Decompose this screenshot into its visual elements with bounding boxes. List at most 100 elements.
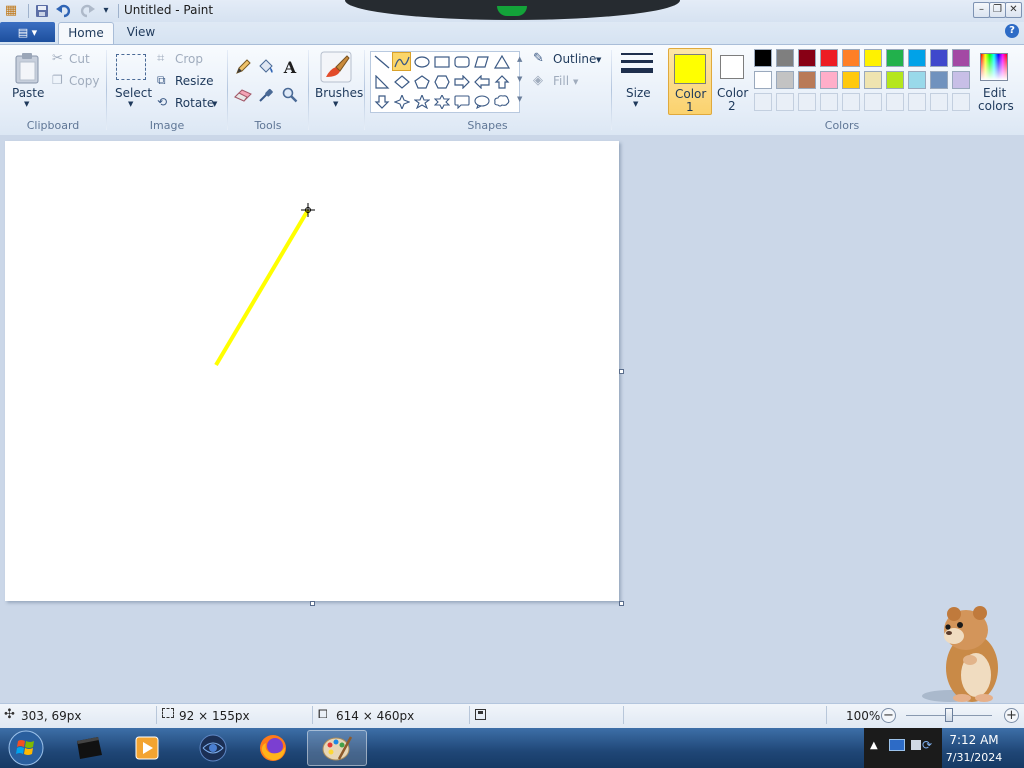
crop-button[interactable]: ⌗ Crop — [157, 51, 217, 67]
curve-shape-icon[interactable] — [392, 52, 411, 71]
tab-home[interactable]: Home — [58, 22, 114, 44]
customize-quick-access-button[interactable]: ▾ — [97, 2, 115, 19]
palette-swatch[interactable] — [842, 71, 860, 89]
palette-empty-swatch[interactable] — [952, 93, 970, 111]
select-button[interactable]: Select ▼ — [112, 50, 152, 114]
down-arrow-shape-icon[interactable] — [372, 92, 391, 111]
redo-icon[interactable] — [78, 2, 96, 19]
shapes-scroll-up-arrow[interactable]: ▲ — [517, 55, 522, 63]
palette-empty-swatch[interactable] — [930, 93, 948, 111]
paste-button[interactable]: Paste ▼ — [8, 50, 46, 114]
shapes-scroll-down-arrow[interactable]: ▼ — [517, 75, 522, 83]
four-point-star-shape-icon[interactable] — [392, 92, 411, 111]
palette-empty-swatch[interactable] — [908, 93, 926, 111]
size-button[interactable]: Size ▼ — [616, 50, 658, 114]
palette-swatch[interactable] — [820, 49, 838, 67]
triangle-shape-icon[interactable] — [492, 52, 511, 71]
palette-swatch[interactable] — [776, 71, 794, 89]
zoom-in-button[interactable]: + — [1004, 708, 1019, 723]
rectangle-shape-icon[interactable] — [432, 52, 451, 71]
left-arrow-shape-icon[interactable] — [472, 72, 491, 91]
fill-bucket-icon[interactable] — [256, 57, 276, 77]
palette-swatch[interactable] — [908, 71, 926, 89]
up-arrow-shape-icon[interactable] — [492, 72, 511, 91]
paint-app-icon[interactable]: ▦ — [2, 2, 20, 19]
color2-button[interactable]: Color 2 — [712, 48, 752, 113]
hexagon-shape-icon[interactable] — [432, 72, 451, 91]
color1-button[interactable]: Color 1 — [668, 48, 712, 115]
palette-swatch[interactable] — [908, 49, 926, 67]
network-monitor-icon[interactable] — [889, 739, 905, 751]
palette-swatch[interactable] — [952, 71, 970, 89]
taskbar-clock-time[interactable]: 7:12 AM — [944, 733, 1004, 747]
rounded-callout-shape-icon[interactable] — [452, 92, 471, 111]
show-hidden-icons-arrow[interactable]: ▲ — [870, 740, 878, 751]
canvas-resize-handle-corner[interactable] — [619, 601, 624, 606]
eraser-icon[interactable] — [233, 85, 253, 105]
color-picker-icon[interactable] — [256, 85, 276, 105]
palette-swatch[interactable] — [754, 71, 772, 89]
palette-empty-swatch[interactable] — [820, 93, 838, 111]
sync-status-icon[interactable]: ⟳ — [922, 738, 932, 752]
canvas-resize-handle-bottom[interactable] — [310, 601, 315, 606]
taskbar-firefox-app[interactable] — [244, 730, 302, 766]
oval-shape-icon[interactable] — [412, 52, 431, 71]
palette-empty-swatch[interactable] — [798, 93, 816, 111]
palette-swatch[interactable] — [930, 49, 948, 67]
polygon-shape-icon[interactable] — [472, 52, 491, 71]
taskbar-media-player-app[interactable] — [118, 730, 176, 766]
palette-swatch[interactable] — [886, 49, 904, 67]
copy-button[interactable]: ❐ Copy — [52, 73, 102, 89]
close-button[interactable]: ✕ — [1005, 2, 1022, 18]
palette-swatch[interactable] — [930, 71, 948, 89]
drawing-canvas[interactable] — [5, 141, 619, 601]
text-tool-icon[interactable]: A — [280, 57, 300, 77]
minimize-button[interactable]: – — [973, 2, 990, 18]
palette-swatch[interactable] — [820, 71, 838, 89]
palette-swatch[interactable] — [864, 49, 882, 67]
taskbar-paint-app[interactable] — [307, 730, 367, 766]
taskbar-terminal-app[interactable] — [60, 730, 118, 766]
save-icon[interactable] — [33, 2, 51, 19]
undo-icon[interactable] — [55, 2, 73, 19]
line-shape-icon[interactable] — [372, 52, 391, 71]
palette-swatch[interactable] — [776, 49, 794, 67]
canvas-resize-handle-right[interactable] — [619, 369, 624, 374]
rounded-rectangle-shape-icon[interactable] — [452, 52, 471, 71]
palette-swatch[interactable] — [842, 49, 860, 67]
tab-view[interactable]: View — [116, 22, 166, 43]
taskbar-network-app[interactable] — [184, 730, 242, 766]
file-menu-button[interactable]: ▤ ▾ — [0, 22, 55, 42]
shapes-expand-arrow[interactable]: ▼ — [517, 95, 522, 103]
palette-swatch[interactable] — [754, 49, 772, 67]
shapes-gallery-scroll[interactable]: ▲ ▼ ▼ — [516, 51, 526, 111]
zoom-slider-thumb[interactable] — [945, 708, 953, 722]
palette-empty-swatch[interactable] — [776, 93, 794, 111]
five-point-star-shape-icon[interactable] — [412, 92, 431, 111]
brushes-button[interactable]: Brushes ▼ — [312, 50, 363, 114]
right-triangle-shape-icon[interactable] — [372, 72, 391, 91]
palette-empty-swatch[interactable] — [754, 93, 772, 111]
help-icon[interactable]: ? — [1005, 24, 1019, 38]
palette-swatch[interactable] — [886, 71, 904, 89]
magnifier-icon[interactable] — [280, 85, 300, 105]
resize-button[interactable]: ⧉ Resize — [157, 73, 217, 89]
start-button[interactable] — [6, 729, 46, 767]
palette-empty-swatch[interactable] — [886, 93, 904, 111]
fill-button[interactable]: ◈ Fill ▼ — [533, 73, 593, 89]
palette-empty-swatch[interactable] — [864, 93, 882, 111]
diamond-shape-icon[interactable] — [392, 72, 411, 91]
action-center-icon[interactable] — [911, 740, 921, 750]
cut-button[interactable]: ✂ Cut — [52, 51, 102, 67]
edit-colors-button[interactable]: Edit colors — [976, 50, 1014, 114]
palette-swatch[interactable] — [952, 49, 970, 67]
pentagon-shape-icon[interactable] — [412, 72, 431, 91]
zoom-out-button[interactable]: − — [881, 708, 896, 723]
six-point-star-shape-icon[interactable] — [432, 92, 451, 111]
taskbar-clock-date[interactable]: 7/31/2024 — [940, 751, 1008, 764]
palette-empty-swatch[interactable] — [842, 93, 860, 111]
pencil-tool-icon[interactable] — [233, 57, 253, 77]
oval-callout-shape-icon[interactable] — [472, 92, 491, 111]
cloud-callout-shape-icon[interactable] — [492, 92, 511, 111]
right-arrow-shape-icon[interactable] — [452, 72, 471, 91]
